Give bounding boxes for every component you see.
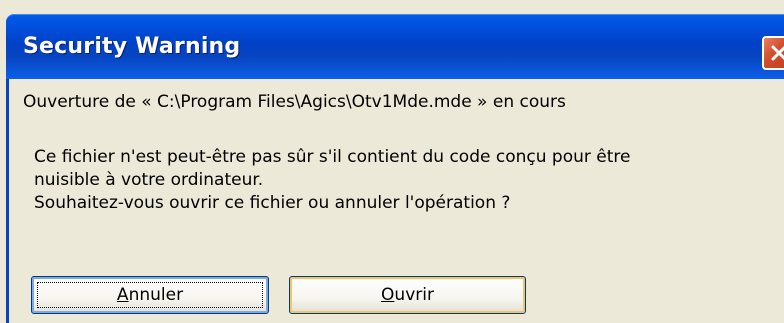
dialog-title: Security Warning — [23, 34, 241, 59]
open-button[interactable]: Ouvrir — [289, 276, 526, 314]
warning-message: Ce fichier n'est peut-être pas sûr s'il … — [34, 147, 631, 213]
opening-file-path: Ouverture de « C:\Program Files\Agics\Ot… — [23, 92, 566, 112]
open-mnemonic: O — [381, 285, 395, 305]
cancel-label: nnuler — [128, 285, 184, 305]
cancel-mnemonic: A — [116, 285, 129, 305]
dialog-body: Ouverture de « C:\Program Files\Agics\Ot… — [6, 79, 784, 323]
close-icon — [771, 45, 784, 61]
open-label: uvrir — [394, 285, 434, 305]
cancel-button[interactable]: Annuler — [31, 276, 269, 314]
close-button[interactable] — [762, 36, 784, 70]
security-warning-dialog: Security Warning Ouverture de « C:\Progr… — [0, 0, 784, 323]
title-bar: Security Warning — [6, 14, 784, 79]
